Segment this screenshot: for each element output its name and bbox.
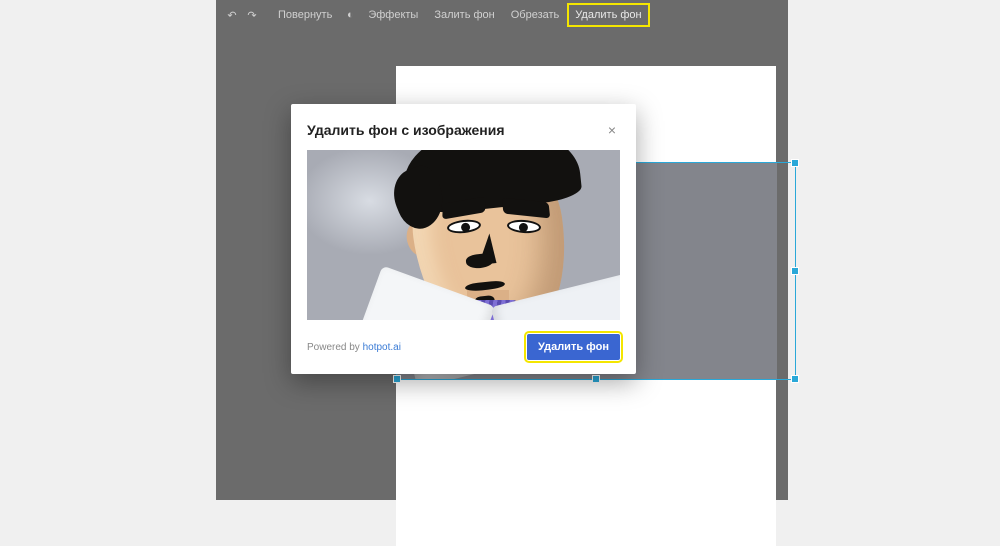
close-icon[interactable]: × <box>604 120 620 140</box>
modal-title: Удалить фон с изображения <box>307 122 505 138</box>
modal-body <box>307 150 620 320</box>
powered-by-prefix: Powered by <box>307 342 363 353</box>
modal-footer: Powered by hotpot.ai Удалить фон <box>307 334 620 360</box>
powered-by-link[interactable]: hotpot.ai <box>363 342 401 353</box>
modal-header: Удалить фон с изображения × <box>307 120 620 140</box>
modal-overlay: Удалить фон с изображения × <box>0 0 1000 500</box>
powered-by: Powered by hotpot.ai <box>307 342 401 353</box>
remove-bg-modal: Удалить фон с изображения × <box>291 104 636 374</box>
preview-image <box>307 150 620 320</box>
remove-bg-button[interactable]: Удалить фон <box>527 334 620 360</box>
